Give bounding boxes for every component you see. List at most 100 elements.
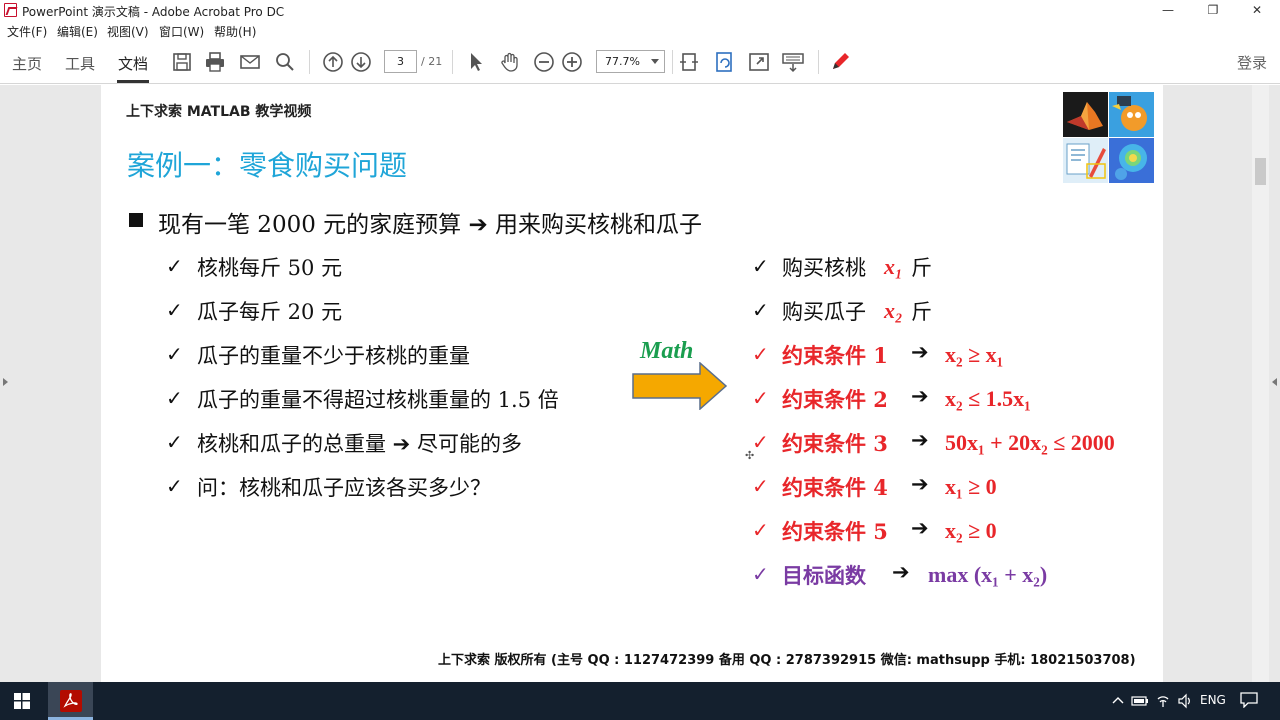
page-number-input[interactable]: 3 xyxy=(384,50,417,73)
math-arrow-icon xyxy=(632,362,728,410)
check-icon: ✓ xyxy=(166,298,183,322)
heatmap-logo xyxy=(1109,138,1154,183)
unit-label: 斤 xyxy=(911,256,932,280)
left-panel-toggle-icon[interactable] xyxy=(3,378,8,386)
toolbar-divider xyxy=(672,50,673,74)
check-icon: ✓ xyxy=(752,430,769,454)
active-tab-indicator xyxy=(117,80,149,83)
volume-icon[interactable] xyxy=(1177,693,1193,709)
menu-edit[interactable]: 编辑(E) xyxy=(57,23,98,40)
toolbar-divider xyxy=(818,50,819,74)
window-title: PowerPoint 演示文稿 - Adobe Acrobat Pro DC xyxy=(22,5,285,19)
title-bar: PowerPoint 演示文稿 - Adobe Acrobat Pro DC —… xyxy=(0,0,1280,20)
zoom-in-icon[interactable] xyxy=(561,51,583,73)
page-up-icon[interactable] xyxy=(322,51,344,73)
chevron-up-icon[interactable] xyxy=(1111,694,1125,708)
page-down-icon[interactable] xyxy=(350,51,372,73)
slide-title: 案例一：零食购买问题 xyxy=(127,149,408,182)
variable-symbol: x₁ xyxy=(884,254,903,279)
condition-item: 瓜子每斤 20 元 xyxy=(197,300,343,324)
zoom-value: 77.7% xyxy=(605,55,640,68)
fullscreen-icon[interactable] xyxy=(748,51,770,73)
taskbar-acrobat-button[interactable] xyxy=(48,682,93,720)
check-icon: ✓ xyxy=(752,518,769,542)
keyboard-icon[interactable] xyxy=(782,51,804,73)
check-icon: ✓ xyxy=(166,342,183,366)
rotate-icon[interactable] xyxy=(713,51,735,73)
problem-statement: 现有一笔 2000 元的家庭预算 ➔ 用来购买核桃和瓜子 xyxy=(158,212,703,238)
search-icon[interactable] xyxy=(274,51,296,73)
zoom-select[interactable]: 77.7% xyxy=(596,50,665,73)
arrow-right-icon: ➔ xyxy=(911,428,929,452)
restore-button[interactable]: ❐ xyxy=(1190,0,1236,20)
zoom-out-icon[interactable] xyxy=(533,51,555,73)
constraint-formula: x₂ ≥ 0 xyxy=(945,518,997,543)
network-icon[interactable] xyxy=(1155,693,1171,709)
condition-item: 核桃每斤 50 元 xyxy=(197,256,343,280)
menu-window[interactable]: 窗口(W) xyxy=(159,23,204,40)
page-total: / 21 xyxy=(421,55,443,68)
formulation-label: 购买瓜子 xyxy=(782,300,866,324)
hand-tool-icon[interactable] xyxy=(499,51,521,73)
toolbar-divider xyxy=(309,50,310,74)
menu-view[interactable]: 视图(V) xyxy=(107,23,149,40)
check-icon: ✓ xyxy=(752,298,769,322)
arrow-right-icon: ➔ xyxy=(911,472,929,496)
notification-icon[interactable] xyxy=(1240,692,1258,708)
notes-logo xyxy=(1063,138,1108,183)
login-link[interactable]: 登录 xyxy=(1237,52,1267,73)
close-button[interactable]: ✕ xyxy=(1234,0,1280,20)
objective-formula: max (x₁ + x₂) xyxy=(928,562,1048,587)
arrow-right-icon: ➔ xyxy=(911,384,929,408)
check-icon: ✓ xyxy=(752,562,769,586)
check-icon: ✓ xyxy=(166,386,183,410)
formulation-label: 约束条件 1 xyxy=(782,343,888,368)
arrow-right-icon: ➔ xyxy=(911,340,929,364)
condition-item: 核桃和瓜子的总重量 ➔ 尽可能的多 xyxy=(197,432,522,456)
condition-item: 瓜子的重量不得超过核桃重量的 1.5 倍 xyxy=(197,388,559,412)
condition-item: 问：核桃和瓜子应该各买多少？ xyxy=(197,476,491,500)
formulation-label: 约束条件 4 xyxy=(782,475,888,500)
scrollbar-thumb[interactable] xyxy=(1255,158,1266,185)
constraint-formula: x₂ ≤ 1.5x₁ xyxy=(945,386,1031,411)
check-icon: ✓ xyxy=(166,254,183,278)
select-cursor-icon[interactable] xyxy=(465,51,487,73)
copyright-footer: 上下求索 版权所有 (主号 QQ : 1127472399 备用 QQ : 27… xyxy=(438,653,1136,668)
battery-icon[interactable] xyxy=(1131,694,1149,708)
taskbar xyxy=(0,682,1280,720)
tab-tools[interactable]: 工具 xyxy=(65,53,95,74)
slide-header: 上下求索 MATLAB 教学视频 xyxy=(126,104,312,120)
formulation-label: 购买核桃 xyxy=(782,256,866,280)
save-icon[interactable] xyxy=(171,51,193,73)
tab-home[interactable]: 主页 xyxy=(12,53,42,74)
input-language[interactable]: ENG xyxy=(1200,693,1226,707)
menu-bar: 文件(F) 编辑(E) 视图(V) 窗口(W) 帮助(H) xyxy=(0,20,1280,40)
toolbar-divider xyxy=(452,50,453,74)
formulation-label: 约束条件 3 xyxy=(782,431,888,456)
menu-file[interactable]: 文件(F) xyxy=(7,23,47,40)
chevron-down-icon xyxy=(651,59,659,64)
mail-icon[interactable] xyxy=(239,51,261,73)
unit-label: 斤 xyxy=(911,300,932,324)
menu-help[interactable]: 帮助(H) xyxy=(214,23,256,40)
variable-symbol: x₂ xyxy=(884,298,903,323)
acrobat-app-icon xyxy=(4,3,17,17)
check-icon: ✓ xyxy=(752,386,769,410)
right-panel-toggle-icon[interactable] xyxy=(1272,378,1277,386)
fit-page-icon[interactable] xyxy=(678,51,700,73)
formulation-label: 约束条件 2 xyxy=(782,387,888,412)
check-icon: ✓ xyxy=(752,342,769,366)
acrobat-taskbar-icon xyxy=(60,690,82,712)
check-icon: ✓ xyxy=(752,474,769,498)
pen-icon[interactable] xyxy=(829,51,851,73)
math-label: Math xyxy=(640,338,694,364)
windows-start-icon[interactable] xyxy=(14,693,30,709)
constraint-formula: 50x₁ + 20x₂ ≤ 2000 xyxy=(945,430,1115,455)
minimize-button[interactable]: — xyxy=(1145,0,1191,20)
formulation-label: 约束条件 5 xyxy=(782,519,888,544)
check-icon: ✓ xyxy=(166,430,183,454)
print-icon[interactable] xyxy=(204,51,226,73)
constraint-formula: x₂ ≥ x₁ xyxy=(945,342,1004,367)
tab-document[interactable]: 文档 xyxy=(118,53,148,74)
condition-item: 瓜子的重量不少于核桃的重量 xyxy=(197,344,470,368)
